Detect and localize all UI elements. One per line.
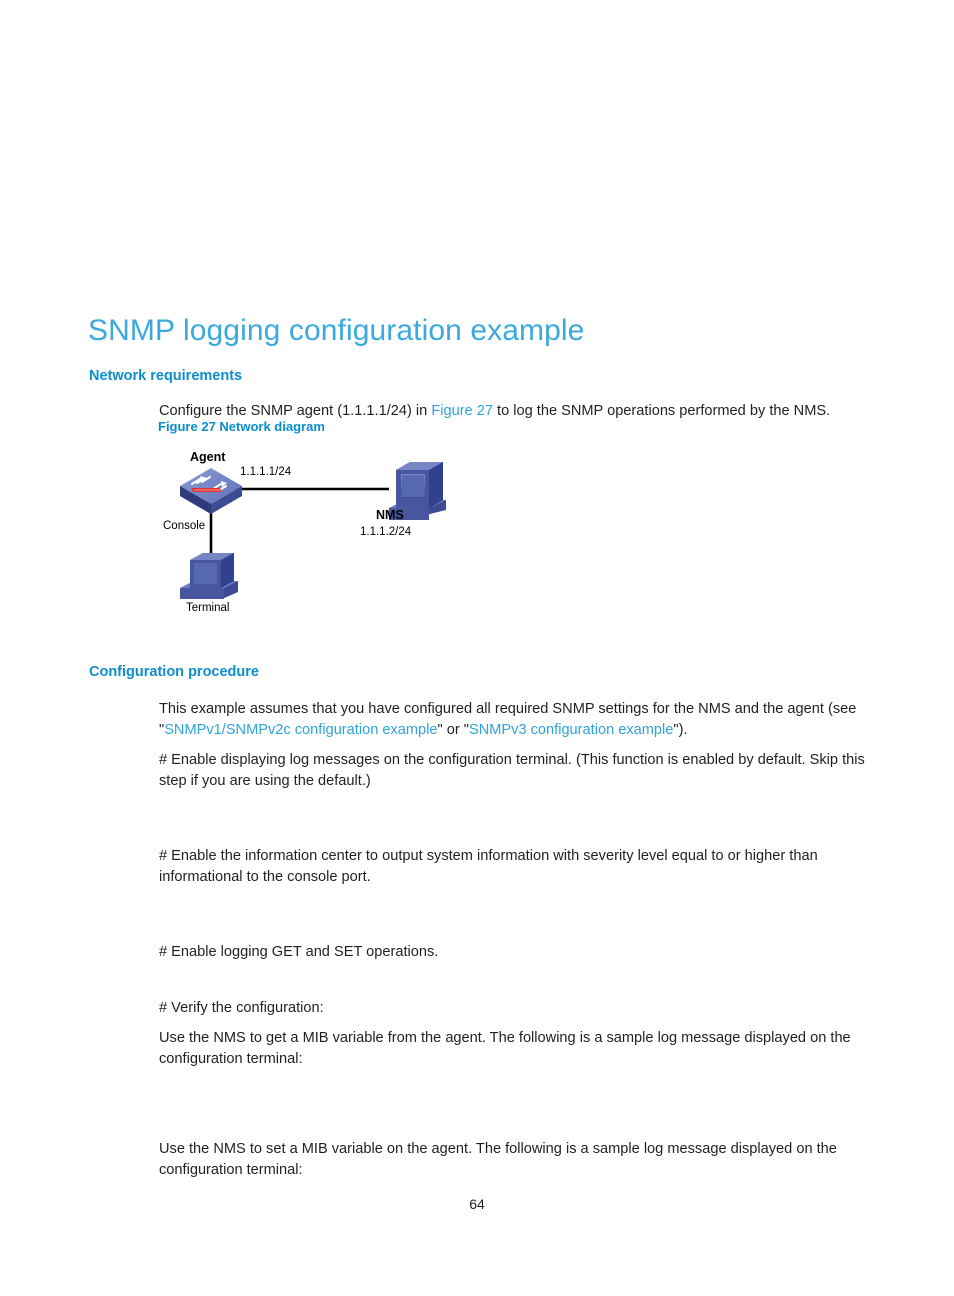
section-heading-network-requirements: Network requirements <box>89 368 243 385</box>
snmpv3-example-link[interactable]: SNMPv3 configuration example <box>469 722 673 738</box>
document-page: SNMP logging configuration example Netwo… <box>0 0 954 1296</box>
diagram-label-agent: Agent <box>190 450 226 464</box>
terminal-workstation-icon <box>180 553 238 599</box>
intro-text-before-link: Configure the SNMP agent (1.1.1.1/24) in <box>159 402 432 419</box>
assumption-text-part3: "). <box>673 721 688 738</box>
diagram-label-nms-ip: 1.1.1.2/24 <box>360 526 412 538</box>
figure-27-link[interactable]: Figure 27 <box>431 403 493 419</box>
paragraph-verify-get: Use the NMS to get a MIB variable from t… <box>159 1029 851 1067</box>
intro-text-after-link: to log the SNMP operations performed by … <box>492 402 831 419</box>
paragraph-step-enable-display: # Enable displaying log messages on the … <box>159 751 865 789</box>
diagram-label-console: Console <box>163 520 206 532</box>
paragraph-step-verify: # Verify the configuration: <box>159 999 324 1016</box>
diagram-label-agent-ip: 1.1.1.1/24 <box>240 466 292 478</box>
diagram-label-terminal: Terminal <box>186 602 230 614</box>
page-number: 64 <box>469 1196 485 1212</box>
network-diagram-svg <box>180 462 446 599</box>
snmpv1-snmpv2c-example-link[interactable]: SNMPv1/SNMPv2c configuration example <box>164 722 437 738</box>
assumption-text-part2: " or " <box>437 721 469 738</box>
paragraph-step-enable-logging: # Enable logging GET and SET operations. <box>159 943 439 960</box>
figure-caption: Figure 27 Network diagram <box>158 419 325 434</box>
page-title: SNMP logging configuration example <box>88 314 585 348</box>
section-heading-configuration-procedure: Configuration procedure <box>89 664 259 681</box>
paragraph-assumption: This example assumes that you have confi… <box>159 699 871 741</box>
paragraph-verify-set: Use the NMS to set a MIB variable on the… <box>159 1140 837 1178</box>
network-diagram: Agent 1.1.1.1/24 Console NMS 1.1.1.2/24 … <box>158 442 478 622</box>
agent-switch-icon <box>180 468 242 514</box>
paragraph-step-enable-infocenter: # Enable the information center to outpu… <box>159 847 818 885</box>
diagram-label-nms: NMS <box>376 508 404 522</box>
